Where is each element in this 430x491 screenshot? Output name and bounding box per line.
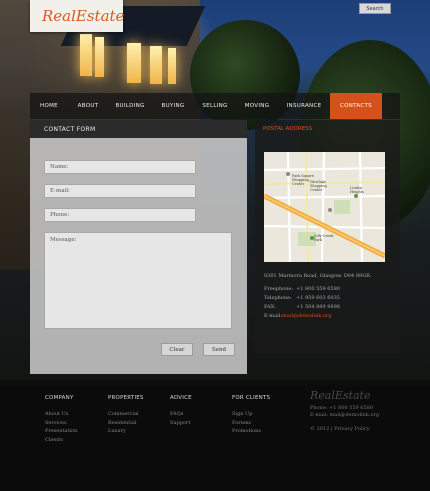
contact-row: Telephone: +1 959 603 6035: [264, 295, 340, 301]
contact-row-value: +1 504 889 9898: [296, 304, 340, 310]
footer-column-clients: FOR CLIENTS Sign Up Forums Promotions: [232, 395, 270, 437]
footer: COMPANY About Us Services Presentation C…: [0, 385, 430, 491]
house-window: [127, 43, 141, 83]
email-field[interactable]: E-mail:: [44, 184, 196, 198]
footer-column-properties: PROPERTIES Commercial Residential Luxury: [108, 395, 144, 437]
footer-link[interactable]: Commercial: [108, 411, 144, 417]
logo-text: RealEstate: [42, 7, 125, 25]
send-button[interactable]: Send: [203, 343, 235, 356]
footer-copyright[interactable]: © 2012 | Privacy Policy: [310, 426, 370, 432]
footer-logo[interactable]: RealEstate: [310, 389, 370, 402]
nav-item-insurance[interactable]: INSURANCE: [278, 93, 330, 119]
contact-row: Freephone: +1 800 559 6580: [264, 286, 340, 292]
house-window: [80, 34, 92, 76]
email-row: E-mail: mail@demolink.org: [264, 313, 332, 319]
phone-field[interactable]: Phone:: [44, 208, 196, 222]
nav-item-contacts[interactable]: CONTACTS: [330, 93, 382, 119]
name-field[interactable]: Name:: [44, 160, 196, 174]
map-label: Linden Heights: [350, 186, 364, 194]
email-link[interactable]: mail@demolink.org: [282, 313, 331, 319]
footer-email[interactable]: E-mail: mail@demolink.org: [310, 412, 379, 418]
footer-heading: ADVICE: [170, 395, 192, 401]
clear-button[interactable]: Clear: [161, 343, 193, 356]
footer-link[interactable]: Support: [170, 420, 192, 426]
house-window: [150, 46, 162, 84]
nav-item-building[interactable]: BUILDING: [108, 93, 152, 119]
nav-item-selling[interactable]: SELLING: [194, 93, 236, 119]
email-label: E-mail:: [264, 313, 283, 319]
map-label: Jelly Creek Park: [314, 234, 334, 242]
site-logo[interactable]: RealEstate: [30, 0, 125, 32]
footer-heading: COMPANY: [45, 395, 74, 401]
footer-column-advice: ADVICE FAQs Support: [170, 395, 192, 428]
nav-item-about[interactable]: ABOUT: [68, 93, 108, 119]
contact-row: FAX: +1 504 889 9898: [264, 304, 340, 310]
search-button[interactable]: Search: [359, 3, 391, 14]
postal-address-panel: POSTAL ADDRESS Park Square Shopping Cent…: [255, 120, 400, 354]
footer-phone: Phone: +1 800 559 6580: [310, 405, 373, 411]
footer-column-company: COMPANY About Us Services Presentation C…: [45, 395, 77, 445]
message-field[interactable]: Message:: [44, 232, 232, 329]
main-nav: HOME ABOUT BUILDING BUYING SELLING MOVIN…: [30, 93, 400, 119]
house-window: [168, 48, 176, 84]
footer-link[interactable]: About Us: [45, 411, 77, 417]
contact-form-title: CONTACT FORM: [30, 120, 247, 138]
nav-item-home[interactable]: HOME: [30, 93, 68, 119]
contact-row-label: FAX:: [264, 304, 276, 310]
postal-address-title: POSTAL ADDRESS: [263, 126, 313, 132]
contact-row-label: Freephone:: [264, 286, 294, 292]
footer-heading: FOR CLIENTS: [232, 395, 271, 401]
postal-address-text: 0301 Marmora Road, Glasgow, D04 89GR.: [264, 273, 372, 279]
map-label: Westlake Shopping Center: [310, 180, 327, 192]
nav-item-buying[interactable]: BUYING: [152, 93, 194, 119]
footer-link[interactable]: Forums: [232, 420, 270, 426]
nav-item-moving[interactable]: MOVING: [236, 93, 278, 119]
footer-link[interactable]: Residential: [108, 420, 144, 426]
house-window: [95, 37, 104, 77]
footer-link[interactable]: Luxury: [108, 428, 144, 434]
map[interactable]: Park Square Shopping Center Westlake Sho…: [264, 152, 385, 262]
footer-link[interactable]: Services: [45, 420, 77, 426]
footer-link[interactable]: Presentation: [45, 428, 77, 434]
contact-row-label: Telephone:: [264, 295, 292, 301]
footer-link[interactable]: Clients: [45, 437, 77, 443]
footer-link[interactable]: Sign Up: [232, 411, 270, 417]
contact-row-value: +1 959 603 6035: [296, 295, 340, 301]
footer-heading: PROPERTIES: [108, 395, 144, 401]
contact-form-panel: CONTACT FORM Name: E-mail: Phone: Messag…: [30, 120, 247, 374]
contact-row-value: +1 800 559 6580: [296, 286, 340, 292]
footer-link[interactable]: Promotions: [232, 428, 270, 434]
map-graphic: [264, 152, 385, 262]
footer-link[interactable]: FAQs: [170, 411, 192, 417]
